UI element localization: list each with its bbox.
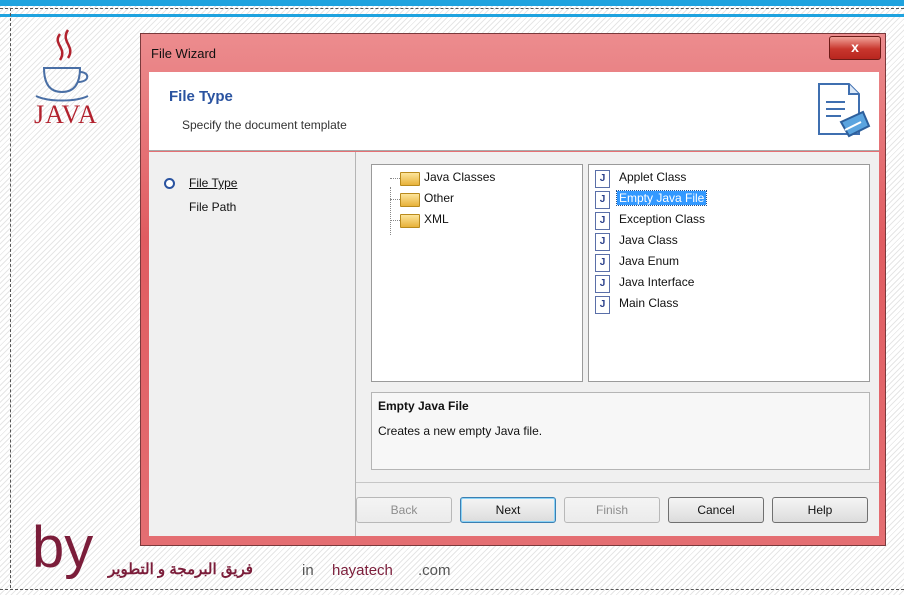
step-file-path[interactable]: File Path <box>189 200 236 214</box>
java-file-icon: J <box>595 170 610 188</box>
dashed-border-left <box>10 8 11 588</box>
folder-icon <box>400 172 420 186</box>
java-file-icon: J <box>595 233 610 251</box>
button-separator <box>356 482 879 483</box>
template-pane: Java Classes Other XML J Applet Class J <box>356 152 879 536</box>
java-logo-text: JAVA <box>34 100 98 129</box>
folder-icon <box>400 214 420 228</box>
window-title: File Wizard <box>151 46 217 61</box>
category-tree[interactable]: Java Classes Other XML <box>371 164 583 382</box>
file-wizard-window: File Wizard x File Type Specify the docu… <box>140 33 886 546</box>
help-button[interactable]: Help <box>772 497 868 523</box>
credit-in: in <box>302 562 314 579</box>
document-wizard-icon <box>818 83 871 138</box>
folder-icon <box>400 193 420 207</box>
template-list[interactable]: J Applet Class J Empty Java File J Excep… <box>588 164 870 382</box>
credit-tld: .com <box>418 562 451 579</box>
next-button[interactable]: Next <box>460 497 556 523</box>
title-bar[interactable]: File Wizard x <box>141 34 885 72</box>
cancel-button[interactable]: Cancel <box>668 497 764 523</box>
tree-connector <box>390 178 400 179</box>
tree-connector <box>390 187 391 235</box>
header-title: File Type <box>169 88 233 105</box>
java-file-icon: J <box>595 254 610 272</box>
steps-pane: File Type File Path <box>149 152 356 536</box>
back-button[interactable]: Back <box>356 497 452 523</box>
wizard-content: File Type File Path Java Classes Other X… <box>149 152 879 536</box>
credit-team: فريق البرمجة و التطوير <box>108 561 253 578</box>
credit-by: by <box>32 515 94 580</box>
description-title: Empty Java File <box>378 399 469 413</box>
step-file-type[interactable]: File Type <box>189 176 237 190</box>
description-panel: Empty Java File Creates a new empty Java… <box>371 392 870 470</box>
top-accent-bar <box>0 0 904 6</box>
top-accent-line <box>0 14 904 17</box>
tree-connector <box>390 199 400 200</box>
java-file-icon: J <box>595 296 610 314</box>
close-button[interactable]: x <box>829 36 881 60</box>
finish-button[interactable]: Finish <box>564 497 660 523</box>
dashed-border-top <box>0 8 904 9</box>
current-step-bullet-icon <box>164 178 175 189</box>
header-subtitle: Specify the document template <box>182 118 347 132</box>
java-file-icon: J <box>595 275 610 293</box>
description-text: Creates a new empty Java file. <box>378 424 543 438</box>
dashed-border-bottom <box>0 589 904 590</box>
java-file-icon: J <box>595 191 610 209</box>
wizard-header: File Type Specify the document template <box>149 72 879 151</box>
credit-site[interactable]: hayatech <box>332 562 393 579</box>
tree-connector <box>390 220 400 221</box>
java-file-icon: J <box>595 212 610 230</box>
